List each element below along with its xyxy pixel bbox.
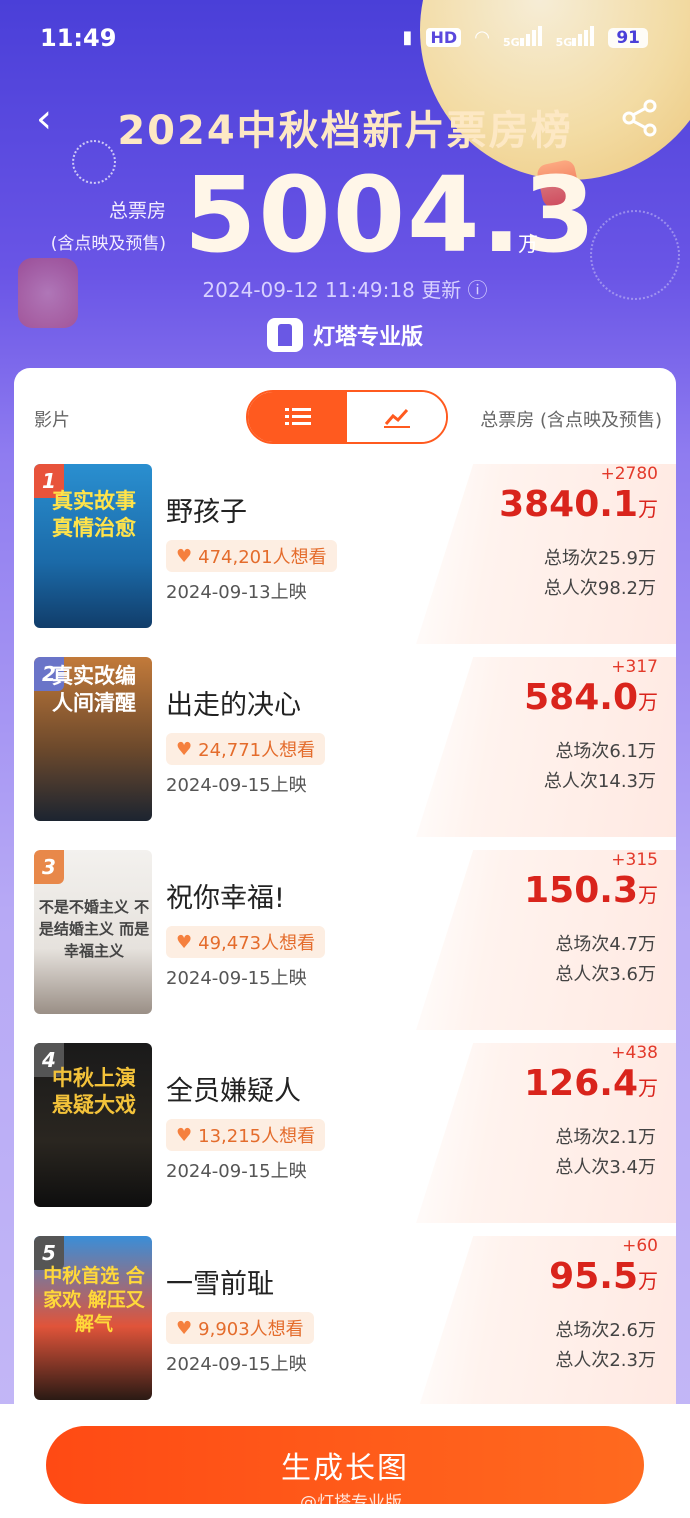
movie-poster: 1 真实故事 真情治愈: [34, 464, 152, 628]
release-date: 2024-09-15上映: [166, 968, 307, 989]
battery-icon: 91: [608, 27, 648, 48]
show-stats: 总场次2.6万 总人次2.3万: [555, 1320, 656, 1371]
vibrate-icon: ▮: [402, 27, 413, 48]
movie-title: 野孩子: [166, 497, 247, 528]
hd-icon: HD: [426, 28, 462, 47]
view-toggle[interactable]: [246, 390, 448, 444]
show-stats: 总场次4.7万 总人次3.6万: [555, 934, 656, 985]
lighthouse-logo-icon: [266, 318, 303, 352]
film-column-header: 影片: [34, 410, 70, 431]
chart-view-button[interactable]: [347, 392, 446, 442]
show-stats: 总场次6.1万 总人次14.3万: [543, 741, 656, 792]
brand: 灯塔专业版: [0, 318, 690, 352]
watermark: @灯塔专业版: [300, 1493, 402, 1513]
show-stats: 总场次25.9万 总人次98.2万: [543, 548, 656, 599]
list-view-button[interactable]: [248, 392, 347, 442]
page-title: 2024中秋档新片票房榜: [117, 108, 573, 154]
box-delta: +317: [611, 657, 658, 677]
total-label: 总票房 (含点映及预售): [50, 200, 166, 254]
movie-row[interactable]: 1 真实故事 真情治愈 野孩子 ♥ 474,201人想看 2024-09-13上映…: [14, 464, 676, 656]
box-office: 126.4万: [524, 1063, 658, 1104]
want-badge: ♥ 24,771人想看: [166, 733, 326, 765]
movie-title: 一雪前耻: [166, 1269, 274, 1300]
status-time: 11:49: [40, 24, 117, 52]
box-delta: +60: [622, 1236, 658, 1256]
release-date: 2024-09-13上映: [166, 582, 307, 603]
heart-icon: ♥: [176, 545, 193, 567]
trend-chart-icon: [383, 408, 410, 428]
box-office: 3840.1万: [499, 484, 658, 525]
status-bar: 11:49 ▮ HD ◠ 5G 5G 91: [0, 0, 690, 80]
release-date: 2024-09-15上映: [166, 775, 307, 796]
box-office: 150.3万: [524, 870, 658, 911]
total-unit: 万: [518, 232, 538, 256]
box-column-header: 总票房 (含点映及预售): [480, 410, 662, 431]
movie-poster: 4 中秋上演 悬疑大戏: [34, 1043, 152, 1207]
movie-row[interactable]: 3 不是不婚主义 不是结婚主义 而是幸福主义 祝你幸福! ♥ 49,473人想看 …: [14, 850, 676, 1042]
signal-icon: 5G: [503, 24, 542, 51]
box-delta: +315: [611, 850, 658, 870]
list-icon: [284, 408, 311, 425]
want-badge: ♥ 13,215人想看: [166, 1119, 326, 1151]
movie-poster: 2 真实改编 人间清醒: [34, 657, 152, 821]
show-stats: 总场次2.1万 总人次3.4万: [555, 1127, 656, 1178]
signal-icon: 5G: [556, 24, 595, 51]
movie-poster: 5 中秋首选 合家欢 解压又解气: [34, 1236, 152, 1400]
want-badge: ♥ 474,201人想看: [166, 540, 337, 572]
release-date: 2024-09-15上映: [166, 1161, 307, 1182]
movie-poster: 3 不是不婚主义 不是结婚主义 而是幸福主义: [34, 850, 152, 1014]
wifi-icon: ◠: [475, 27, 489, 48]
box-delta: +438: [611, 1043, 658, 1063]
heart-icon: ♥: [176, 931, 193, 953]
heart-icon: ♥: [176, 1124, 193, 1146]
movie-row[interactable]: 5 中秋首选 合家欢 解压又解气 一雪前耻 ♥ 9,903人想看 2024-09-…: [14, 1236, 676, 1428]
box-office: 95.5万: [549, 1256, 658, 1297]
want-badge: ♥ 49,473人想看: [166, 926, 326, 958]
heart-icon: ♥: [176, 738, 193, 760]
want-badge: ♥ 9,903人想看: [166, 1312, 314, 1344]
heart-icon: ♥: [176, 1317, 193, 1339]
movie-title: 出走的决心: [166, 690, 301, 721]
box-delta: +2780: [600, 464, 658, 484]
update-time[interactable]: 2024-09-12 11:49:18 更新 ⓘ: [0, 274, 690, 303]
share-icon[interactable]: [620, 98, 660, 138]
release-date: 2024-09-15上映: [166, 1354, 307, 1375]
box-office: 584.0万: [524, 677, 658, 718]
movie-row[interactable]: 2 真实改编 人间清醒 出走的决心 ♥ 24,771人想看 2024-09-15上…: [14, 657, 676, 849]
movie-title: 全员嫌疑人: [166, 1076, 301, 1107]
movie-title: 祝你幸福!: [166, 883, 285, 914]
movie-row[interactable]: 4 中秋上演 悬疑大戏 全员嫌疑人 ♥ 13,215人想看 2024-09-15上…: [14, 1043, 676, 1235]
ranking-card: 影片 总票房 (含点映及预售) 1 真实故事 真情治愈 野孩子 ♥ 474,20…: [14, 368, 676, 1428]
